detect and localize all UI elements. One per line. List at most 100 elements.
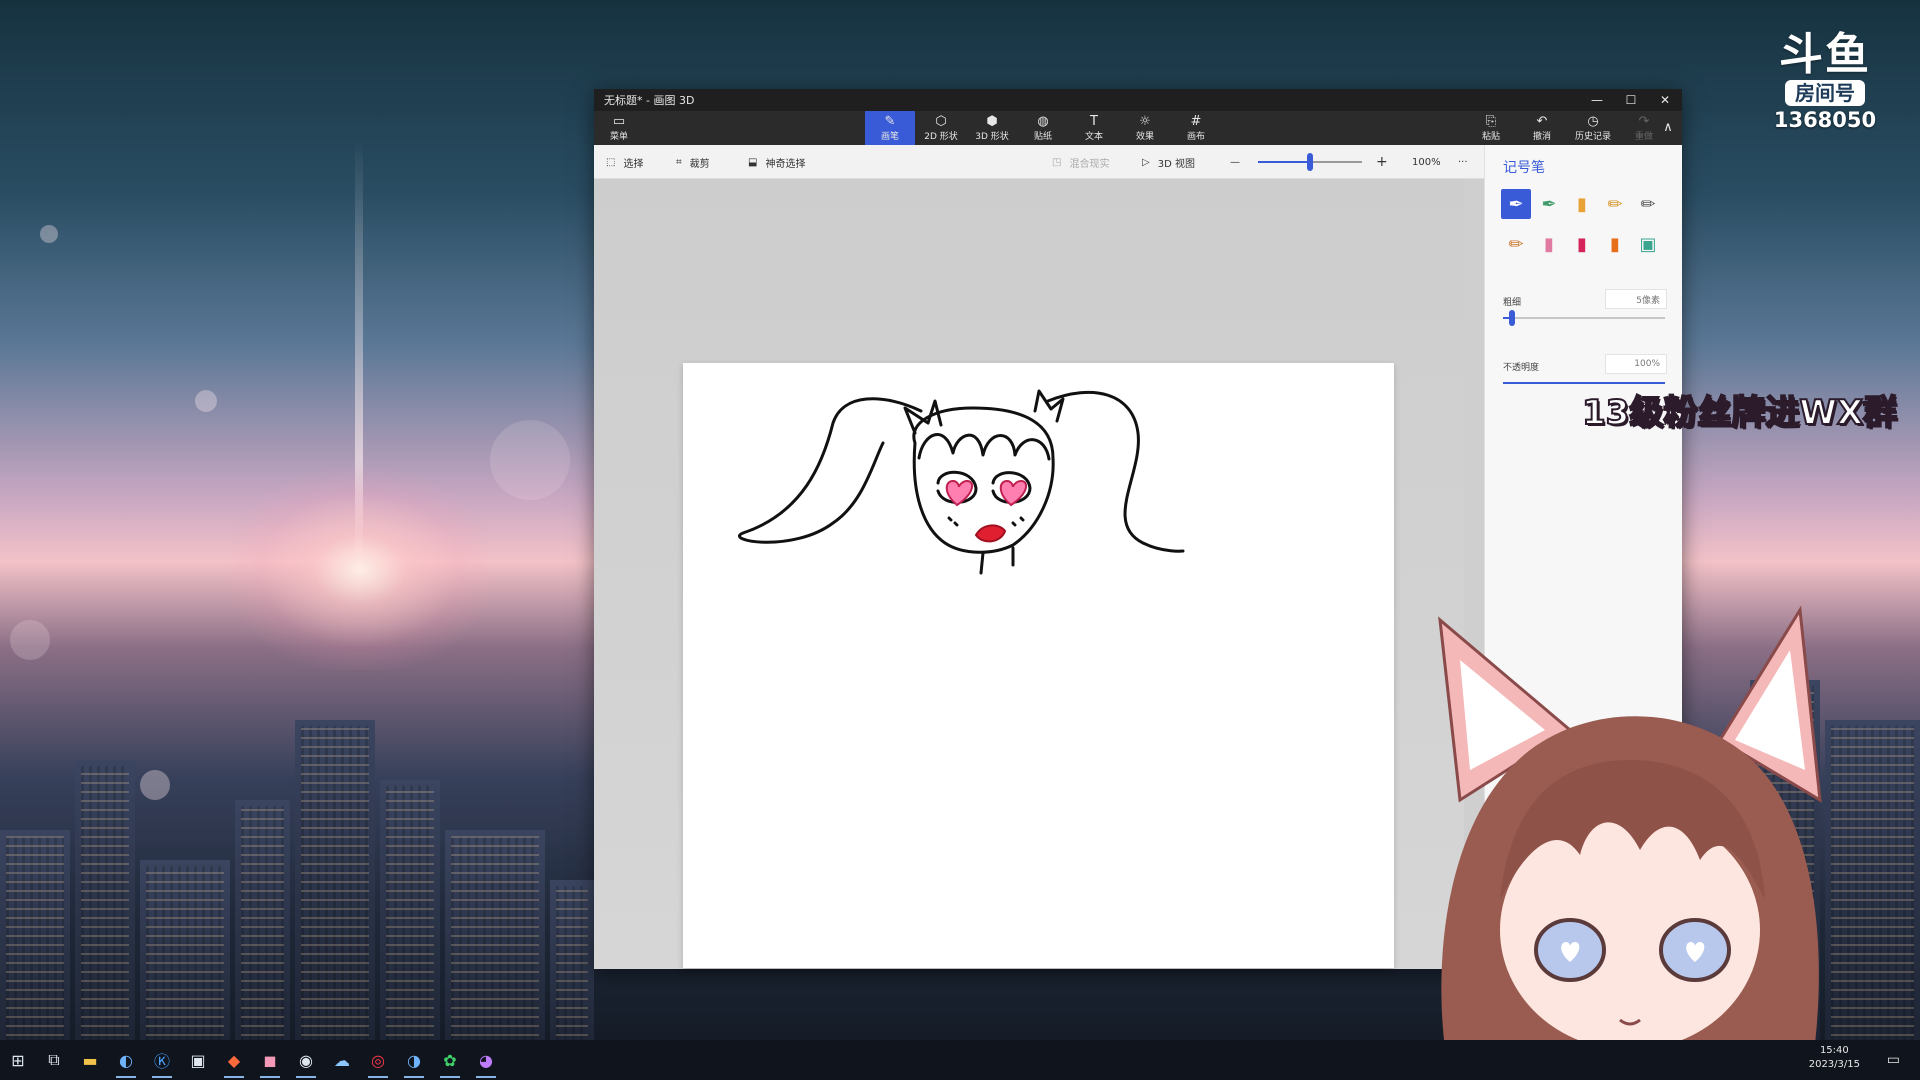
browser-button[interactable]: ◐ [108, 1040, 144, 1080]
app-fire-icon: ◆ [227, 1050, 241, 1070]
thickness-slider[interactable] [1503, 317, 1665, 319]
thickness-input[interactable]: 5像素 [1605, 289, 1667, 309]
spray-can-button[interactable]: ▮ [1600, 229, 1630, 259]
folder-icon: ▬ [82, 1050, 98, 1070]
douyu-logo: 斗鱼 房间号 1368050 [1770, 32, 1880, 133]
zoom-slider-thumb[interactable] [1307, 153, 1313, 171]
obs-button[interactable]: ◉ [288, 1040, 324, 1080]
start-button[interactable]: ⊞ [0, 1040, 36, 1080]
tab-brushes[interactable]: ✎ 画笔 [865, 111, 915, 145]
clock-date: 2023/3/15 [1808, 1059, 1860, 1070]
app-pink-button[interactable]: ◼ [252, 1040, 288, 1080]
tab-label: 2D 形状 [924, 131, 958, 142]
maximize-button[interactable]: ☐ [1614, 89, 1648, 111]
undo-label: 撤消 [1532, 131, 1551, 142]
calligraphy-pen-button[interactable]: ✒ [1534, 189, 1564, 219]
crop-label: 裁剪 [689, 158, 710, 170]
drawing-canvas[interactable] [683, 363, 1394, 968]
app-k-button[interactable]: Ⓚ [144, 1040, 180, 1080]
select-label: 选择 [623, 158, 644, 170]
building [75, 760, 135, 1060]
more-options-button[interactable]: ··· [1458, 145, 1468, 179]
menu-icon: ▭ [612, 113, 626, 129]
oil-brush-button[interactable]: ▮ [1567, 189, 1597, 219]
undo-button[interactable]: ↶ 撤消 [1517, 111, 1567, 145]
play-icon: ▷ [1142, 156, 1150, 168]
app-k-icon: Ⓚ [153, 1052, 170, 1071]
mixed-reality-button[interactable]: ◳ 混合现实 [1052, 145, 1109, 179]
thickness-slider-thumb[interactable] [1509, 310, 1516, 326]
chevron-up-icon: ∧ [1663, 120, 1673, 135]
file-explorer-button[interactable]: ▬ [72, 1040, 108, 1080]
task-view-button[interactable]: ⧉ [36, 1040, 72, 1080]
pixel-pen-button[interactable]: ✏ [1633, 189, 1663, 219]
collapse-ribbon-button[interactable]: ∧ [1654, 111, 1682, 145]
oil-brush-icon: ▮ [1577, 193, 1587, 215]
redo-icon: ↷ [1638, 113, 1650, 129]
menu-label: 菜单 [609, 131, 628, 142]
mixed-reality-icon: ◳ [1052, 156, 1062, 168]
app-swirl-button[interactable]: ◑ [396, 1040, 432, 1080]
cloud-icon: ☁ [334, 1050, 350, 1070]
red-lips [974, 524, 1007, 543]
pencil-button[interactable]: ✏ [1501, 229, 1531, 259]
app-window-button[interactable]: ▣ [180, 1040, 216, 1080]
app-window-icon: ▣ [190, 1050, 206, 1070]
close-button[interactable]: ✕ [1648, 89, 1682, 111]
app-fire-button[interactable]: ◆ [216, 1040, 252, 1080]
watercolor-button[interactable]: ✏ [1600, 189, 1630, 219]
menu-button[interactable]: ▭ 菜单 [594, 111, 644, 145]
app-red-button[interactable]: ◎ [360, 1040, 396, 1080]
minimize-button[interactable]: — [1580, 89, 1614, 111]
crop-icon: ⌗ [676, 156, 682, 168]
fill-button[interactable]: ▣ [1633, 229, 1663, 259]
effects-icon: ☼ [1139, 113, 1151, 129]
tab-canvas[interactable]: # 画布 [1171, 111, 1221, 145]
mixed-reality-label: 混合现实 [1069, 158, 1110, 170]
tab-text[interactable]: T 文本 [1069, 111, 1119, 145]
3d-view-button[interactable]: ▷ 3D 视图 [1142, 145, 1195, 179]
tab-3d-shapes[interactable]: ⬢ 3D 形状 [967, 111, 1017, 145]
opacity-input[interactable]: 100% [1605, 354, 1667, 374]
opacity-slider[interactable] [1503, 382, 1665, 384]
eraser-button[interactable]: ▮ [1534, 229, 1564, 259]
wechat-button[interactable]: ✿ [432, 1040, 468, 1080]
notification-center-button[interactable]: ▭ [1887, 1052, 1900, 1068]
paste-button[interactable]: ⎘ 粘贴 [1466, 111, 1516, 145]
zoom-in-button[interactable]: + [1376, 145, 1388, 179]
right-pigtail [1046, 390, 1185, 553]
3d-shapes-icon: ⬢ [986, 113, 998, 129]
canvas-icon: # [1190, 113, 1202, 129]
wechat-icon: ✿ [443, 1050, 457, 1070]
building [380, 780, 440, 1060]
crayon-icon: ▮ [1577, 233, 1587, 255]
cursor-icon: ⬚ [606, 156, 616, 168]
canvas-workspace[interactable] [594, 179, 1464, 1052]
zoom-out-button[interactable]: — [1230, 145, 1240, 179]
watercolor-icon: ✏ [1607, 193, 1623, 215]
magic-select-button[interactable]: ⬓ 神奇选择 [748, 145, 805, 179]
history-button[interactable]: ◷ 历史记录 [1568, 111, 1618, 145]
thickness-label: 粗细 [1503, 298, 1522, 308]
text-icon: T [1090, 113, 1098, 129]
calligraphy-pen-icon: ✒ [1541, 193, 1557, 215]
marker-brush-button[interactable]: ✒ [1501, 189, 1531, 219]
room-label: 房间号 [1785, 80, 1865, 106]
hair-bangs [917, 433, 1051, 461]
building [445, 830, 545, 1060]
stickers-icon: ◍ [1037, 113, 1049, 129]
redo-label: 重做 [1634, 131, 1653, 142]
crayon-button[interactable]: ▮ [1567, 229, 1597, 259]
select-button[interactable]: ⬚ 选择 [606, 145, 643, 179]
fill-icon: ▣ [1639, 233, 1657, 255]
magic-select-label: 神奇选择 [765, 158, 806, 170]
zoom-level[interactable]: 100% [1412, 145, 1441, 179]
heart-eyes [945, 479, 1028, 507]
crop-button[interactable]: ⌗ 裁剪 [676, 145, 710, 179]
system-clock[interactable]: 15:40 2023/3/15 [1809, 1044, 1860, 1072]
tab-stickers[interactable]: ◍ 贴纸 [1018, 111, 1068, 145]
app-cloud-button[interactable]: ☁ [324, 1040, 360, 1080]
tab-2d-shapes[interactable]: ⬡ 2D 形状 [916, 111, 966, 145]
paint3d-taskbar-button[interactable]: ◕ [468, 1040, 504, 1080]
tab-effects[interactable]: ☼ 效果 [1120, 111, 1170, 145]
